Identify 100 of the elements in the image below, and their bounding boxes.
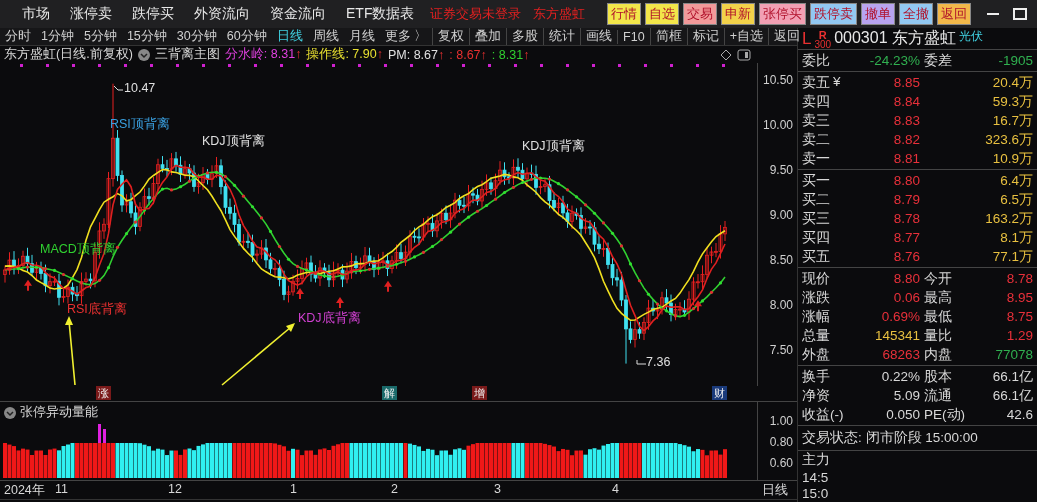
menu-item[interactable]: 涨停卖 [62,5,120,23]
stock-title: 000301 东方盛虹 [834,28,956,48]
time-label: 2 [391,482,398,496]
formula-name: 三背离主图 [154,46,220,63]
order-volume: 163.2万 [984,209,1033,228]
field-value: 8.80 [892,271,920,286]
chart-title: 东方盛虹(日线.前复权) [4,46,133,63]
menu-item[interactable]: 外资流向 [186,5,258,23]
toolbar-button[interactable]: +自选 [723,28,768,45]
flow-label: 15:0 [802,486,829,502]
time-label: 12 [168,482,182,496]
period-tab[interactable]: 60分钟 [221,28,272,45]
order-price: 8.80 [892,173,920,188]
dropdown-icon[interactable] [137,48,150,61]
period-tab[interactable]: 日线 [271,28,308,45]
trading-status: 交易状态: 闭市阶段 15:00:00 [802,429,978,447]
event-marker[interactable]: 涨 [96,386,111,400]
maximize-icon[interactable] [1013,8,1027,20]
quick-button[interactable]: 申新 [721,3,755,25]
field-label: 净资 [802,386,831,405]
field-label: 换手 [802,367,831,386]
event-marker[interactable]: 增 [472,386,487,400]
flow-label: 14:5 [802,469,829,485]
stock-name: 东方盛虹 [532,5,587,23]
time-label: 11 [55,482,68,496]
quick-button[interactable]: 返回 [937,3,971,25]
toolbar-button[interactable]: 叠加 [469,28,507,45]
period-tab[interactable]: 30分钟 [171,28,222,45]
period-tab[interactable]: 分时 [0,28,36,45]
axis-label: 10.00 [762,118,793,132]
toolbar-button[interactable]: 简框 [649,28,687,45]
period-tab[interactable]: 月线 [343,28,380,45]
period-tab[interactable]: 5分钟 [78,28,122,45]
time-label: 2024年 [4,482,45,499]
order-label: 买二 [802,190,830,209]
order-label: 买一 [802,171,830,190]
quick-button[interactable]: 自选 [645,3,679,25]
chart-annotation: 7.36 [646,355,671,369]
period-tab[interactable]: 周线 [307,28,344,45]
toolbar-button[interactable]: 复权 [432,28,470,45]
field-label: 最高 [923,288,953,307]
event-marker[interactable]: 财 [712,386,727,400]
field-value: -1905 [997,53,1033,68]
menu-item[interactable]: 跌停买 [124,5,182,23]
indicator-title: 张停异动量能 [20,404,98,421]
field-label: 收益(-) [802,405,842,424]
axis-label: 1.00 [769,414,793,428]
order-price: 8.78 [892,211,920,226]
panel-icon[interactable] [737,48,751,61]
field-value: 1.29 [1005,328,1033,343]
field-label: 量比 [923,326,953,345]
time-label: 3 [494,482,501,496]
menu-item[interactable]: 市场 [14,5,58,23]
toolbar-button[interactable]: 多股 [506,28,544,45]
pointer-arrow [65,316,76,386]
order-price: 8.83 [892,113,920,128]
period-tab[interactable]: 15分钟 [121,28,172,45]
order-label: 卖三 [802,111,830,130]
quick-button[interactable]: 跌停卖 [810,3,857,25]
period-tab[interactable]: 更多 〉 [379,28,433,45]
quick-button[interactable]: 行情 [607,3,641,25]
login-status: 证券交易未登录 [429,5,523,23]
market-label: L [802,29,812,49]
field-label: 委比 [802,51,831,70]
order-volume: 20.4万 [991,73,1033,92]
order-label: 卖四 [802,92,830,111]
field-label: 内盘 [923,345,953,364]
leader-line [636,359,646,367]
chart-annotation: KDJ顶背离 [522,138,585,155]
quick-button[interactable]: 全撤 [899,3,933,25]
dropdown-icon[interactable] [4,406,16,419]
menu-item[interactable]: 资金流向 [262,5,334,23]
toolbar-button[interactable]: F10 [617,29,650,44]
order-volume: 16.7万 [991,111,1033,130]
period-label: 日线 [762,482,788,499]
field-value: -24.23% [868,53,920,68]
buy-arrow-icon [296,288,304,299]
buy-arrow-icon [384,280,392,292]
event-marker[interactable]: 解 [382,386,397,400]
quick-button[interactable]: 张停买 [759,3,806,25]
leader-line [113,85,123,93]
field-value: 77078 [994,347,1033,362]
indicator-value: 分水岭: 8.31↑ [224,46,302,63]
indicator-value: : 8.31↑ [491,47,530,62]
toolbar-button[interactable]: 标记 [686,28,724,45]
toolbar-button[interactable]: 统计 [543,28,581,45]
menu-item[interactable]: ETF数据表 [338,5,423,23]
period-tab[interactable]: 1分钟 [36,28,79,45]
diamond-icon[interactable] [720,48,732,61]
board-label: R 300 [814,31,832,49]
order-price: 8.79 [892,192,920,207]
flow-label: 主力 [802,451,830,469]
indicator-value: PM: 8.67↑ [387,47,445,62]
order-price: 8.85 [892,75,920,90]
field-label: 流通 [923,386,953,405]
axis-label: 0.60 [769,456,793,470]
field-value: 66.1亿 [991,386,1033,405]
toolbar-button[interactable]: 画线 [580,28,618,45]
field-value: 42.6 [1005,407,1033,422]
field-value: 8.95 [1005,290,1033,305]
